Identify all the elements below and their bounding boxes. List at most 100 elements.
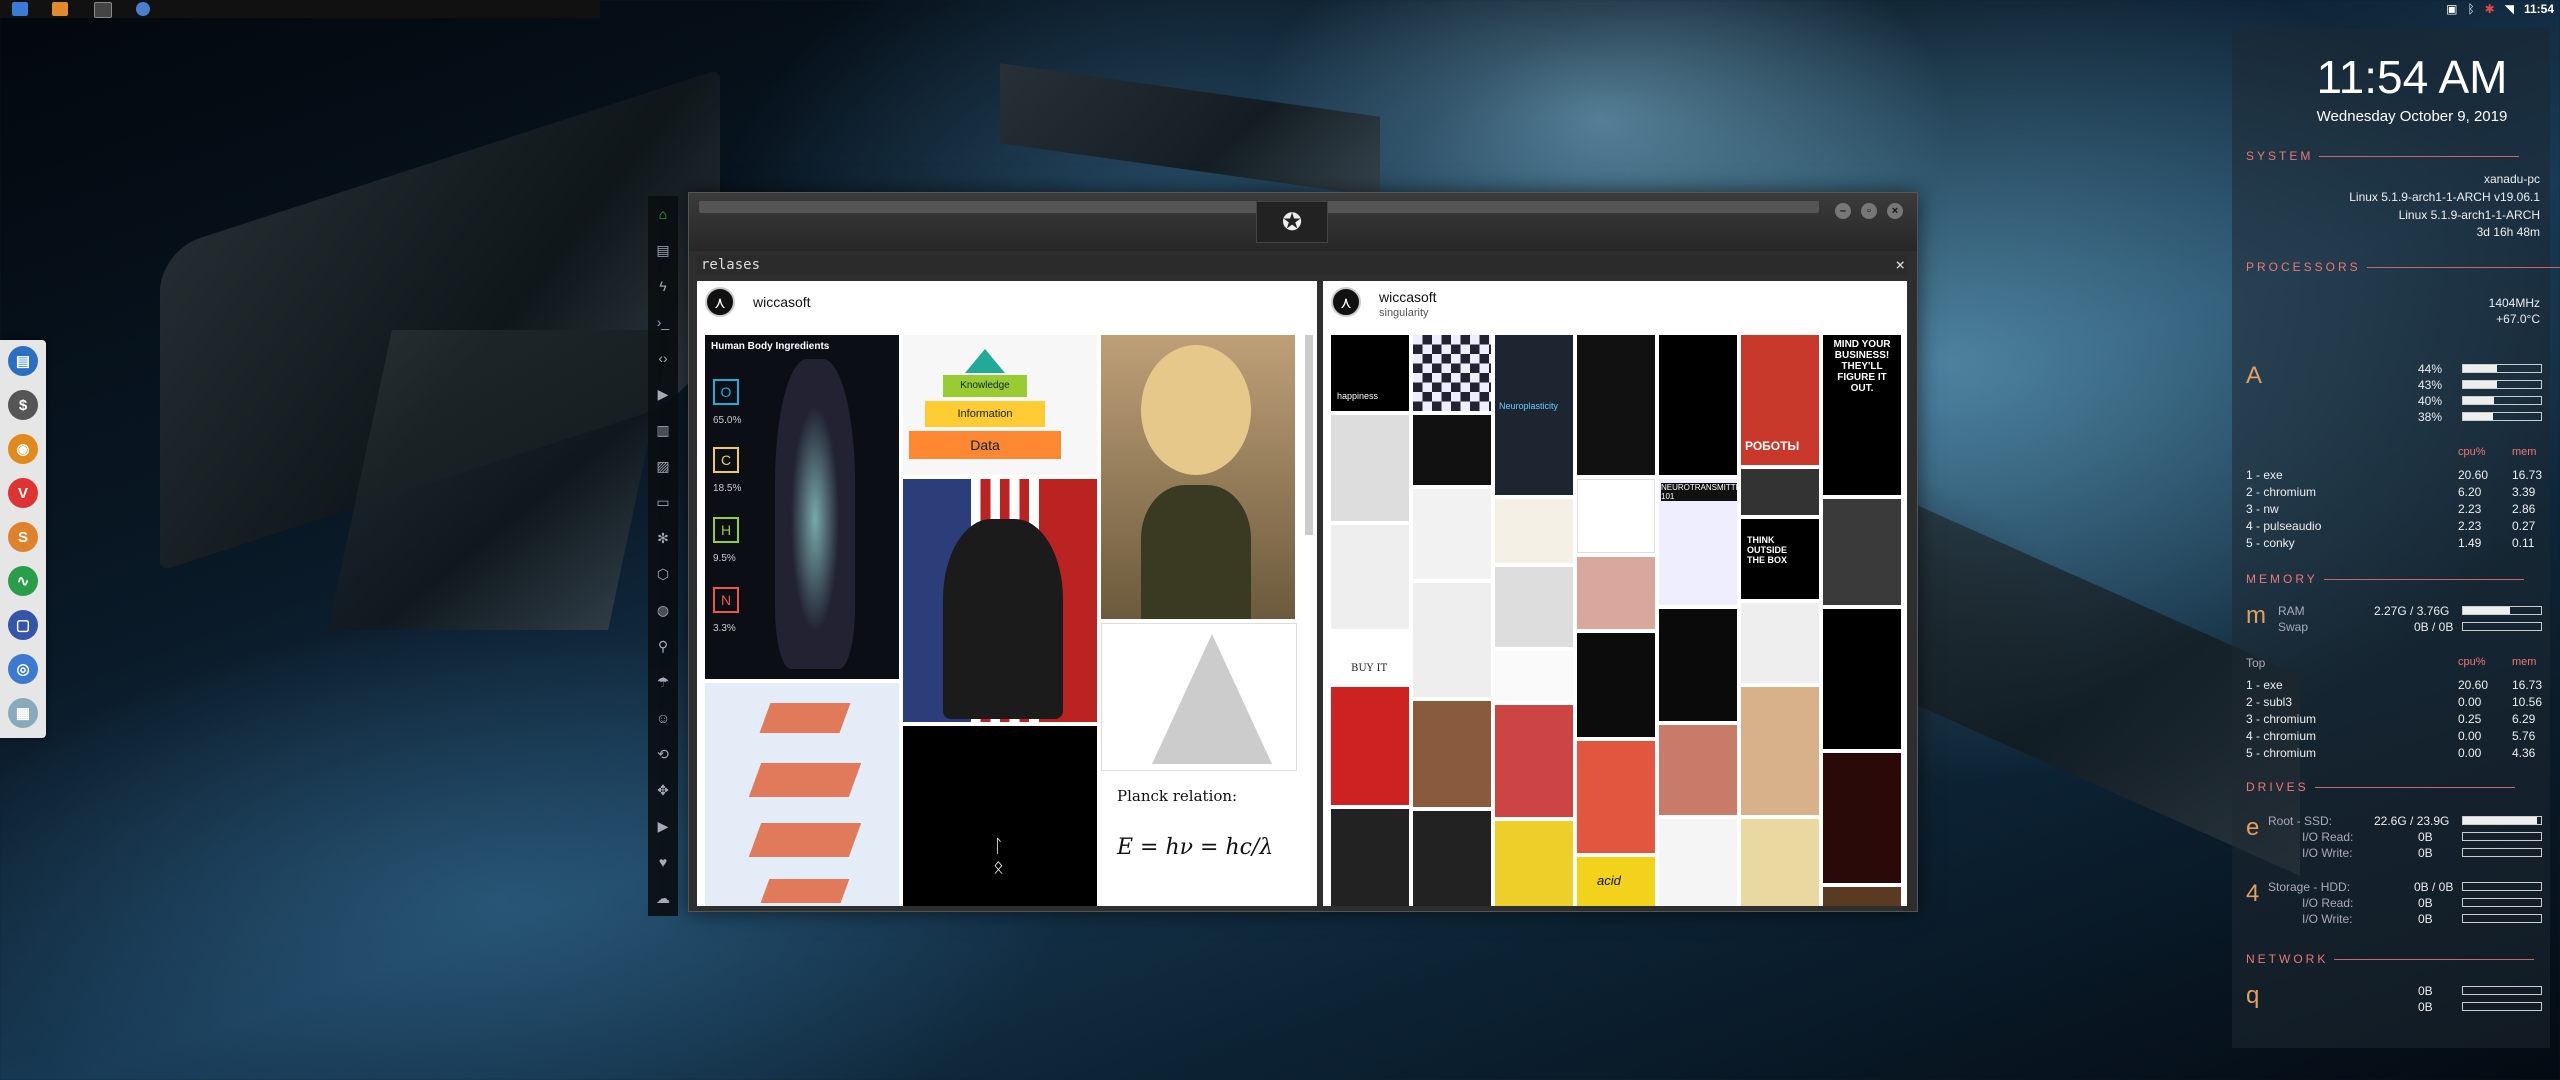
tile-beach[interactable] bbox=[1741, 687, 1819, 815]
tile-planets[interactable] bbox=[1413, 415, 1491, 485]
tile-alphabet[interactable] bbox=[1331, 525, 1409, 629]
ubuntu-icon[interactable]: ◉ bbox=[8, 434, 38, 464]
tile-mind-poster[interactable]: MIND YOUR BUSINESS! THEY'LL FIGURE IT OU… bbox=[1823, 335, 1901, 495]
files-icon[interactable] bbox=[12, 2, 28, 16]
image-icon[interactable]: ▨ bbox=[655, 458, 671, 474]
sublime-icon[interactable] bbox=[52, 2, 68, 16]
tile-black[interactable] bbox=[1577, 633, 1655, 737]
home-icon[interactable]: ⌂ bbox=[655, 206, 671, 222]
tile-chess[interactable] bbox=[1413, 335, 1491, 411]
tile-colors[interactable] bbox=[1741, 469, 1819, 515]
tile-venn[interactable] bbox=[1577, 479, 1655, 553]
bolt-icon[interactable]: ϟ bbox=[655, 278, 671, 294]
tile-tetris[interactable] bbox=[1659, 335, 1737, 475]
close-button[interactable]: × bbox=[1887, 203, 1903, 219]
file-manager-icon[interactable]: ▤ bbox=[8, 346, 38, 376]
tray-clock[interactable]: 11:54 bbox=[2524, 2, 2554, 16]
tile-net[interactable] bbox=[1659, 609, 1737, 721]
tile-diamond[interactable] bbox=[1741, 603, 1819, 683]
globe-icon[interactable]: ◍ bbox=[655, 602, 671, 618]
tile-woman-portrait[interactable] bbox=[1823, 499, 1901, 605]
maximize-button[interactable]: ▫ bbox=[1861, 203, 1877, 219]
document-icon[interactable]: ▤ bbox=[655, 242, 671, 258]
dark-image[interactable]: ᛚᛟ bbox=[903, 726, 1097, 906]
heart-icon[interactable]: ♥ bbox=[655, 854, 671, 870]
avatar[interactable]: ⋏ bbox=[705, 287, 735, 317]
expand-icon[interactable]: ✥ bbox=[655, 782, 671, 798]
diagram-image[interactable] bbox=[705, 683, 899, 906]
tile-woman[interactable] bbox=[1413, 701, 1491, 807]
activity-monitor-icon[interactable]: ∿ bbox=[8, 566, 38, 596]
bluetooth-icon[interactable]: ᛒ bbox=[2467, 2, 2474, 16]
tile-triangle[interactable] bbox=[1823, 609, 1901, 749]
youtube-icon[interactable]: ▶ bbox=[655, 818, 671, 834]
dikw-pyramid-image[interactable]: Knowledge Information Data bbox=[903, 335, 1097, 475]
avatar[interactable]: ⋏ bbox=[1331, 287, 1361, 317]
tile-fashion[interactable] bbox=[1413, 583, 1491, 697]
atom-icon[interactable]: ✻ bbox=[655, 530, 671, 546]
link-icon[interactable]: ⟲ bbox=[655, 746, 671, 762]
sublime-icon[interactable]: S bbox=[8, 522, 38, 552]
tile-lips[interactable] bbox=[1659, 725, 1737, 815]
hexagon-icon[interactable]: ⬡ bbox=[655, 566, 671, 582]
play-icon[interactable]: ▶ bbox=[655, 386, 671, 402]
tile-yellow[interactable]: acid bbox=[1577, 857, 1655, 906]
tile-neon[interactable] bbox=[1823, 753, 1901, 883]
tile-magazine[interactable] bbox=[1331, 415, 1409, 521]
tile-card[interactable] bbox=[1495, 499, 1573, 563]
tile-text[interactable] bbox=[1495, 651, 1573, 701]
process-mem: 2.86 bbox=[2512, 502, 2536, 516]
tile-think[interactable]: THINK OUTSIDE THE BOX bbox=[1741, 519, 1819, 599]
tile-city[interactable] bbox=[1577, 335, 1655, 475]
username[interactable]: wiccasoft bbox=[753, 294, 811, 310]
tile-happiness[interactable]: happiness bbox=[1331, 335, 1409, 411]
tile-girl[interactable] bbox=[1741, 819, 1819, 906]
cloud-icon[interactable]: ☁ bbox=[655, 890, 671, 906]
card-icon[interactable]: ▭ bbox=[655, 494, 671, 510]
scrollbar[interactable] bbox=[1305, 335, 1313, 535]
tile-sketch[interactable] bbox=[1413, 489, 1491, 579]
wifi-icon[interactable]: ◥ bbox=[2505, 2, 2514, 16]
planck-image[interactable]: Planck relation: E = hν = hc/λ bbox=[1101, 773, 1295, 906]
screenshot-icon[interactable]: ▣ bbox=[2446, 2, 2457, 16]
tile-pink[interactable] bbox=[1577, 557, 1655, 629]
tile-roboty[interactable]: РОБОТЫ bbox=[1741, 335, 1819, 465]
tile-book[interactable] bbox=[1823, 887, 1901, 906]
chromium-icon[interactable] bbox=[136, 2, 150, 16]
user-icon[interactable]: ☺ bbox=[655, 710, 671, 726]
poster-image[interactable] bbox=[903, 479, 1097, 722]
tile-couple[interactable] bbox=[1495, 705, 1573, 817]
body-ingredients-image[interactable]: Human Body Ingredients O 65.0% C 18.5% H… bbox=[705, 335, 899, 679]
vivaldi-icon[interactable]: V bbox=[8, 478, 38, 508]
tile-neurotransmitters[interactable]: NEUROTRANSMITTERS 101 bbox=[1659, 479, 1737, 605]
titlebar[interactable]: ✪ – ▫ × bbox=[689, 193, 1917, 251]
screen-icon[interactable]: ▢ bbox=[8, 610, 38, 640]
grid-icon[interactable]: ▦ bbox=[8, 698, 38, 728]
tile-neuroplasticity[interactable]: Neuroplasticity bbox=[1495, 335, 1573, 495]
code-icon[interactable]: ‹› bbox=[655, 350, 671, 366]
portrait-image[interactable] bbox=[1101, 335, 1295, 619]
tile-acid[interactable] bbox=[1495, 821, 1573, 906]
chrome-icon[interactable]: ◎ bbox=[8, 654, 38, 684]
terminal-icon[interactable]: ›_ bbox=[655, 314, 671, 330]
settings-icon[interactable]: ✱ bbox=[2485, 2, 2495, 16]
tile-dark[interactable] bbox=[1331, 809, 1409, 906]
umbrella-icon[interactable]: ☂ bbox=[655, 674, 671, 690]
knowledge-pyramid-image[interactable] bbox=[1101, 623, 1297, 771]
tile-coral[interactable] bbox=[1577, 741, 1655, 853]
planck-formula: E = hν = hc/λ bbox=[1117, 835, 1274, 860]
tile-notebook[interactable] bbox=[1413, 811, 1491, 906]
planck-title: Planck relation: bbox=[1117, 787, 1238, 805]
book-icon[interactable]: ▥ bbox=[655, 422, 671, 438]
dollar-app-icon[interactable]: $ bbox=[8, 390, 38, 420]
tile-logo[interactable] bbox=[1659, 819, 1737, 906]
minimize-button[interactable]: – bbox=[1835, 203, 1851, 219]
close-tab-icon[interactable]: × bbox=[1895, 255, 1905, 275]
tile-buy-it[interactable]: BUY IT bbox=[1331, 633, 1409, 683]
terminal-icon[interactable] bbox=[94, 2, 112, 18]
tile-skull[interactable] bbox=[1495, 567, 1573, 647]
tile-red[interactable] bbox=[1331, 687, 1409, 805]
search-icon[interactable]: ⚲ bbox=[655, 638, 671, 654]
column-header-mem: mem bbox=[2512, 446, 2537, 458]
username[interactable]: wiccasoft bbox=[1379, 289, 1437, 305]
